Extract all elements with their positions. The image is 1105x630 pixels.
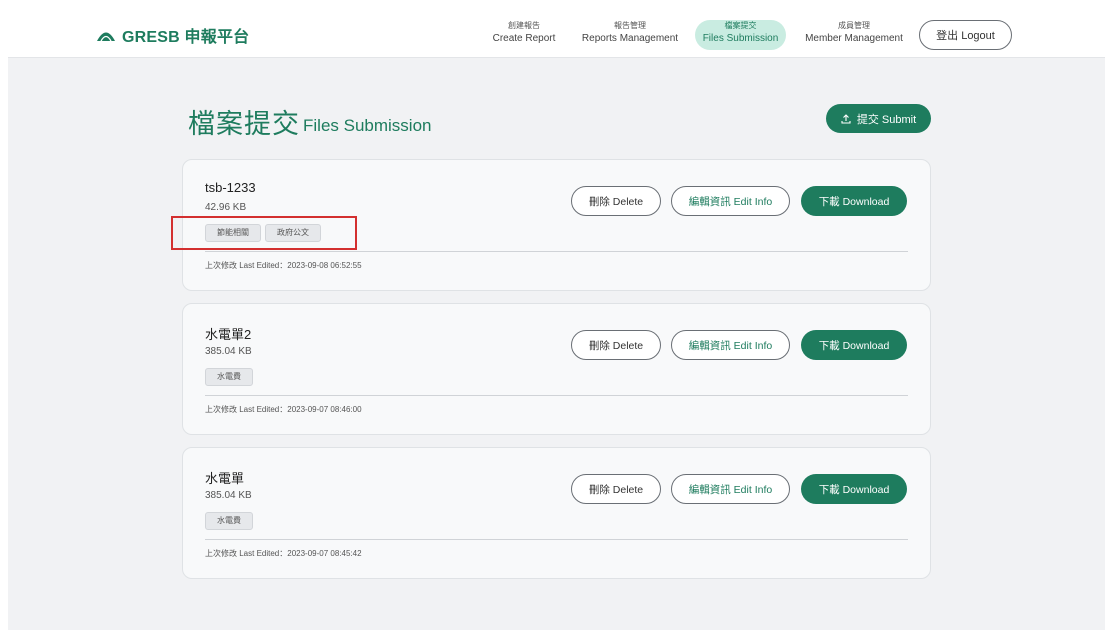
nav-label-en: Files Submission xyxy=(702,33,779,44)
file-tag: 節能相關 xyxy=(205,224,261,242)
nav-label-en: Member Management xyxy=(805,33,903,44)
logout-button[interactable]: 登出 Logout xyxy=(919,20,1012,50)
nav-label-en: Reports Management xyxy=(581,33,679,44)
tag-list: 水電費 xyxy=(205,368,253,386)
page-title-en: Files Submission xyxy=(303,116,432,135)
file-size: 385.04 KB xyxy=(205,490,252,501)
edit-info-button[interactable]: 編輯資訊 Edit Info xyxy=(671,186,790,216)
last-edited: 上次修改 Last Edited：2023-09-07 08:45:42 xyxy=(205,549,362,558)
file-card: 水電單2 385.04 KB 水電費 刪除 Delete 編輯資訊 Edit I… xyxy=(182,303,931,435)
divider xyxy=(205,395,908,396)
app: GRESB 申報平台 創建報告 Create Report 報告管理 Repor… xyxy=(8,12,1105,630)
nav-label-zh: 成員管理 xyxy=(838,21,870,30)
download-button[interactable]: 下載 Download xyxy=(801,474,907,504)
tag-list: 水電費 xyxy=(205,512,253,530)
dome-logo-icon xyxy=(97,32,115,42)
file-size: 42.96 KB xyxy=(205,202,247,213)
file-card: tsb-1233 42.96 KB 節能相關 政府公文 刪除 Delete 編輯… xyxy=(182,159,931,291)
download-button[interactable]: 下載 Download xyxy=(801,186,907,216)
upload-icon xyxy=(841,113,851,124)
nav-reports-management[interactable]: 報告管理 Reports Management xyxy=(580,20,680,50)
file-size: 385.04 KB xyxy=(205,346,252,357)
download-button[interactable]: 下載 Download xyxy=(801,330,907,360)
file-card: 水電單 385.04 KB 水電費 刪除 Delete 編輯資訊 Edit In… xyxy=(182,447,931,579)
nav-files-submission[interactable]: 檔案提交 Files Submission xyxy=(695,20,786,50)
brand-logo[interactable]: GRESB 申報平台 xyxy=(96,25,250,46)
file-tag: 政府公文 xyxy=(265,224,321,242)
edit-info-button[interactable]: 編輯資訊 Edit Info xyxy=(671,474,790,504)
nav-label-zh: 報告管理 xyxy=(614,21,646,30)
file-name: 水電單2 xyxy=(205,327,252,342)
brand-name: GRESB 申報平台 xyxy=(122,29,250,46)
file-name: tsb-1233 xyxy=(205,180,256,195)
delete-button[interactable]: 刪除 Delete xyxy=(571,330,661,360)
file-tag: 水電費 xyxy=(205,368,253,386)
file-tag: 水電費 xyxy=(205,512,253,530)
delete-button[interactable]: 刪除 Delete xyxy=(571,474,661,504)
nav-label-zh: 檔案提交 xyxy=(724,21,757,30)
last-edited: 上次修改 Last Edited：2023-09-07 08:46:00 xyxy=(205,405,362,414)
last-edited: 上次修改 Last Edited：2023-09-08 06:52:55 xyxy=(205,261,362,270)
divider xyxy=(205,251,908,252)
delete-button[interactable]: 刪除 Delete xyxy=(571,186,661,216)
nav-member-management[interactable]: 成員管理 Member Management xyxy=(802,20,906,50)
submit-button[interactable]: 提交 Submit xyxy=(826,104,931,133)
divider xyxy=(205,539,908,540)
nav-label-zh: 創建報告 xyxy=(508,21,540,30)
file-name: 水電單 xyxy=(205,471,245,486)
top-navigation-bar: GRESB 申報平台 創建報告 Create Report 報告管理 Repor… xyxy=(8,12,1105,58)
nav-label-en: Create Report xyxy=(492,33,556,44)
nav-create-report[interactable]: 創建報告 Create Report xyxy=(481,20,567,50)
submit-label: 提交 Submit xyxy=(856,113,917,126)
page-title-zh: 檔案提交 xyxy=(188,109,300,140)
edit-info-button[interactable]: 編輯資訊 Edit Info xyxy=(671,330,790,360)
tag-list: 節能相關 政府公文 xyxy=(205,224,321,242)
